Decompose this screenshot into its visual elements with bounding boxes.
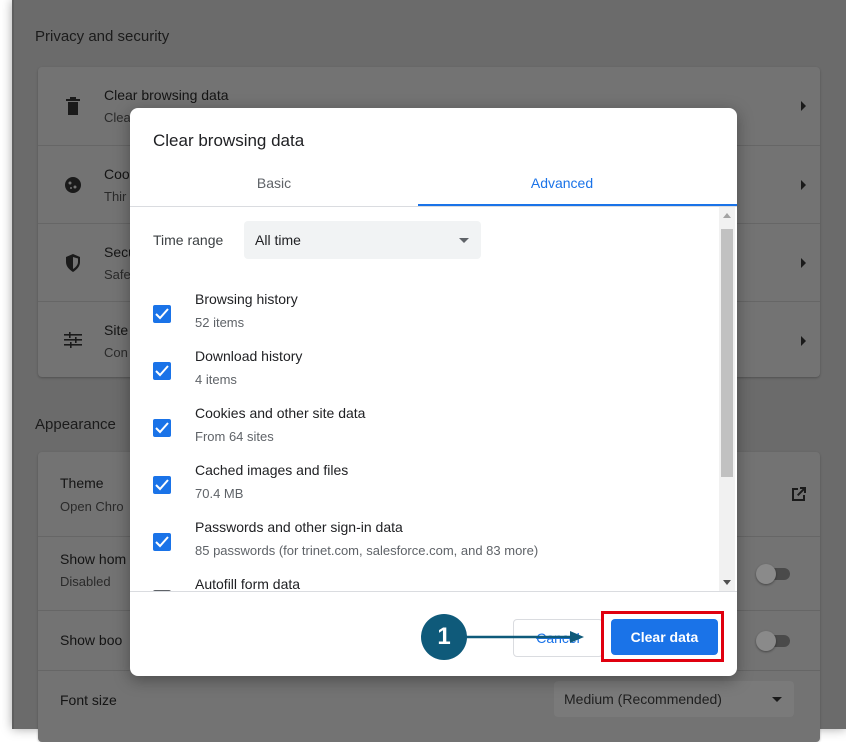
trash-icon (64, 97, 82, 115)
option-subtitle: 4 items (195, 372, 237, 387)
option-autofill[interactable]: Autofill form data (130, 572, 717, 591)
dialog-body: Time range All time Browsing history 52 … (130, 207, 737, 591)
scroll-down-arrow-icon[interactable] (723, 580, 731, 585)
passwords-checkbox[interactable] (153, 533, 171, 551)
time-range-value: All time (255, 232, 301, 248)
sliders-icon (64, 332, 82, 350)
option-subtitle: 85 passwords (for trinet.com, salesforce… (195, 543, 539, 558)
row-title: Clear browsing data (104, 87, 229, 103)
option-passwords[interactable]: Passwords and other sign-in data 85 pass… (130, 515, 717, 572)
chevron-down-icon (772, 697, 782, 702)
row-title: Show hom (60, 551, 127, 567)
row-title: Show boo (60, 632, 123, 648)
tab-basic[interactable]: Basic (130, 174, 418, 206)
font-size-value: Medium (Recommended) (564, 691, 722, 707)
scroll-up-arrow-icon[interactable] (723, 213, 731, 218)
row-title: Font size (60, 692, 117, 708)
option-title: Passwords and other sign-in data (195, 519, 403, 535)
option-subtitle: 52 items (195, 315, 245, 330)
chevron-right-icon (801, 101, 806, 111)
step-arrow-icon (466, 631, 584, 643)
option-title: Cookies and other site data (195, 405, 366, 421)
clear-browsing-data-dialog: Clear browsing data Basic Advanced Time … (130, 108, 737, 676)
option-title: Download history (195, 348, 303, 364)
row-subtitle: Safe (104, 267, 131, 282)
row-subtitle: Open Chro (60, 499, 124, 514)
option-download-history[interactable]: Download history 4 items (130, 344, 717, 401)
option-title: Autofill form data (195, 576, 301, 591)
appearance-section-title: Appearance (35, 416, 116, 433)
cookie-icon (64, 176, 82, 194)
row-title: Coo (104, 166, 130, 182)
cached-images-checkbox[interactable] (153, 476, 171, 494)
chevron-down-icon (459, 238, 469, 243)
toggle-knob (756, 631, 776, 651)
clear-data-highlight-box (601, 611, 724, 662)
show-home-toggle[interactable] (756, 564, 790, 584)
browsing-history-checkbox[interactable] (153, 305, 171, 323)
option-subtitle: From 64 sites (195, 429, 274, 444)
show-bookmarks-toggle[interactable] (756, 631, 790, 651)
row-subtitle: Con (104, 345, 128, 360)
privacy-section-title: Privacy and security (35, 28, 170, 45)
font-size-select[interactable]: Medium (Recommended) (554, 681, 794, 717)
shield-icon (64, 254, 82, 272)
option-title: Browsing history (195, 291, 298, 307)
footer-divider (130, 591, 737, 592)
row-title: Theme (60, 475, 104, 491)
option-subtitle: 70.4 MB (195, 486, 244, 501)
cookies-checkbox[interactable] (153, 419, 171, 437)
option-cookies[interactable]: Cookies and other site data From 64 site… (130, 401, 717, 458)
option-title: Cached images and files (195, 462, 349, 478)
toggle-knob (756, 564, 776, 584)
chevron-right-icon (801, 258, 806, 268)
row-subtitle: Clea (104, 110, 131, 125)
dialog-scrollbar[interactable] (719, 207, 735, 591)
external-link-icon[interactable] (790, 485, 808, 508)
row-title: Site (104, 322, 129, 338)
tab-advanced[interactable]: Advanced (418, 174, 706, 206)
dialog-title: Clear browsing data (153, 131, 305, 150)
time-range-label: Time range (153, 232, 224, 248)
appearance-row-font-size[interactable]: Font size Medium (Recommended) (38, 670, 820, 731)
option-cached-images[interactable]: Cached images and files 70.4 MB (130, 458, 717, 515)
row-subtitle: Thir (104, 189, 127, 204)
row-subtitle: Disabled (60, 574, 111, 589)
time-range-select[interactable]: All time (244, 221, 481, 259)
chevron-right-icon (801, 336, 806, 346)
option-browsing-history[interactable]: Browsing history 52 items (130, 287, 717, 344)
chevron-right-icon (801, 180, 806, 190)
step-number-badge: 1 (421, 614, 467, 660)
download-history-checkbox[interactable] (153, 362, 171, 380)
scroll-thumb[interactable] (721, 229, 733, 477)
